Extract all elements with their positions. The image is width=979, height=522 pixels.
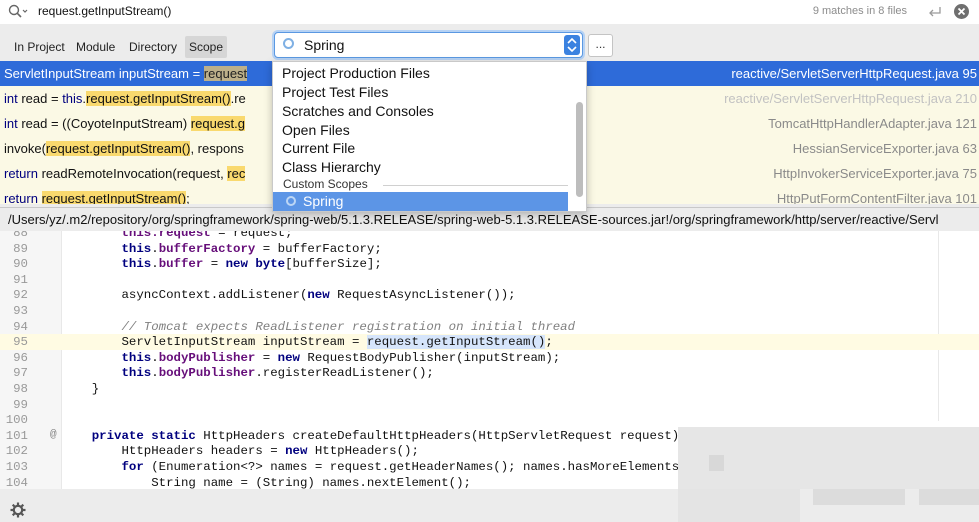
line-number: 89 — [13, 241, 28, 256]
search-icon[interactable] — [8, 4, 28, 20]
scope-option-selected[interactable]: Spring — [273, 192, 568, 211]
search-bar: request.getInputStream() 9 matches in 8 … — [0, 0, 979, 25]
bottom-bar — [0, 489, 979, 522]
result-code: int read = ((CoyoteInputStream) request.… — [4, 116, 245, 131]
line-number: 95 — [13, 335, 28, 350]
line-number: 104 — [5, 475, 28, 489]
tab-scope[interactable]: Scope — [185, 36, 228, 58]
code-line[interactable]: 94 // Tomcat expects ReadListener regist… — [0, 319, 979, 335]
result-path: reactive/ServletServerHttpRequest.java 2… — [724, 91, 977, 106]
gear-icon[interactable] — [10, 502, 26, 518]
scope-icon — [286, 196, 296, 206]
result-code: return request.getInputStream(); — [4, 191, 190, 204]
tab-in-project[interactable]: In Project — [10, 36, 69, 58]
code-line[interactable]: 90 this.buffer = new byte[bufferSize]; — [0, 256, 979, 272]
selected-scope-label: Spring — [303, 193, 344, 209]
code-text: this.bodyPublisher.registerReadListener(… — [121, 366, 434, 381]
dropdown-scrollbar[interactable] — [576, 102, 583, 197]
status-panel — [919, 489, 979, 505]
new-line-icon[interactable] — [927, 5, 943, 19]
scope-option[interactable]: Project Test Files — [282, 84, 388, 100]
override-annotation-icon[interactable]: @ — [50, 429, 57, 441]
scope-combo[interactable]: Spring — [274, 32, 583, 58]
line-number: 90 — [13, 257, 28, 272]
code-line[interactable]: 89 this.bufferFactory = bufferFactory; — [0, 241, 979, 257]
line-number: 103 — [5, 460, 28, 474]
code-text: for (Enumeration<?> names = request.getH… — [121, 460, 702, 474]
result-path: TomcatHttpHandlerAdapter.java 121 — [768, 116, 977, 131]
status-panel — [813, 489, 905, 505]
scope-option[interactable]: Current File — [282, 140, 355, 156]
match-count: 9 matches in 8 files — [812, 5, 907, 17]
line-number: 102 — [5, 444, 28, 459]
line-number: 98 — [13, 382, 28, 396]
result-code: invoke(request.getInputStream(), respons — [4, 141, 244, 156]
line-number: 100 — [5, 413, 28, 428]
code-line[interactable]: 98 } — [0, 381, 979, 397]
scope-option[interactable]: Open Files — [282, 122, 350, 138]
clear-search-icon[interactable] — [954, 4, 969, 19]
code-line[interactable]: 91 — [0, 272, 979, 288]
result-path: HessianServiceExporter.java 63 — [792, 141, 977, 156]
result-path: HttpPutFormContentFilter.java 101 — [776, 191, 977, 204]
scope-dropdown: Project Production Files Project Test Fi… — [272, 61, 587, 212]
code-line[interactable]: 88 this.request = request; — [0, 231, 979, 241]
line-number: 96 — [13, 350, 28, 365]
search-input[interactable]: request.getInputStream() — [38, 4, 171, 18]
edit-scopes-button[interactable]: ... — [588, 34, 613, 57]
custom-scopes-label: Custom Scopes — [283, 177, 368, 191]
line-number: 92 — [13, 288, 28, 303]
scope-icon — [283, 38, 294, 49]
code-line[interactable]: 99 — [0, 397, 979, 413]
code-line[interactable]: 95 ServletInputStream inputStream = requ… — [0, 334, 979, 351]
file-path: /Users/yz/.m2/repository/org/springframe… — [8, 212, 939, 227]
code-editor[interactable]: 88 this.request = request; 89 this.buffer… — [0, 231, 979, 489]
code-line[interactable]: 92 asyncContext.addListener(new RequestA… — [0, 287, 979, 303]
result-code: return readRemoteInvocation(request, rec — [4, 166, 246, 181]
result-code: int read = this.request.getInputStream()… — [4, 91, 246, 106]
code-text: this.request = request; — [121, 231, 293, 240]
code-text: asyncContext.addListener(new RequestAsyn… — [62, 288, 516, 303]
line-number: 97 — [13, 366, 28, 381]
scope-combo-value: Spring — [304, 37, 345, 53]
line-number: 88 — [13, 231, 28, 240]
result-code: ServletInputStream inputStream = request — [4, 66, 248, 81]
code-line[interactable]: 93 — [0, 303, 979, 319]
status-panel — [678, 489, 800, 522]
code-text: // Tomcat expects ReadListener registrat… — [62, 319, 576, 334]
code-text: } — [62, 382, 100, 396]
code-text: HttpHeaders headers = new HttpHeaders(); — [62, 444, 419, 459]
scope-option[interactable]: Class Hierarchy — [282, 159, 381, 175]
scope-option[interactable]: Project Production Files — [282, 65, 430, 81]
code-line[interactable]: 97 this.bodyPublisher.registerReadListen… — [0, 365, 979, 381]
code-text: this.bufferFactory = bufferFactory; — [121, 241, 382, 256]
line-number: 99 — [13, 397, 28, 412]
separator — [383, 185, 568, 186]
combo-arrows-icon[interactable] — [564, 35, 580, 55]
line-number: 91 — [13, 272, 28, 287]
tab-directory[interactable]: Directory — [125, 36, 181, 58]
overlay-square — [709, 455, 724, 471]
result-path: HttpInvokerServiceExporter.java 75 — [773, 166, 977, 181]
code-text: this.buffer = new byte[bufferSize]; — [121, 257, 382, 272]
code-text: private static HttpHeaders createDefault… — [91, 428, 695, 443]
line-number: 93 — [13, 304, 28, 318]
line-number: 94 — [13, 319, 28, 334]
code-line[interactable]: 96 this.bodyPublisher = new RequestBodyP… — [0, 350, 979, 366]
scope-option[interactable]: Scratches and Consoles — [282, 103, 434, 119]
code-text: this.bodyPublisher = new RequestBodyPubl… — [121, 350, 561, 365]
code-text: ServletInputStream inputStream = request… — [62, 335, 553, 350]
result-path: reactive/ServletServerHttpRequest.java 9… — [731, 66, 977, 81]
tab-module[interactable]: Module — [72, 36, 119, 58]
code-text: String name = (String) names.nextElement… — [62, 475, 471, 489]
line-number: 101 — [5, 428, 28, 443]
code-line[interactable]: 100 — [0, 412, 979, 428]
